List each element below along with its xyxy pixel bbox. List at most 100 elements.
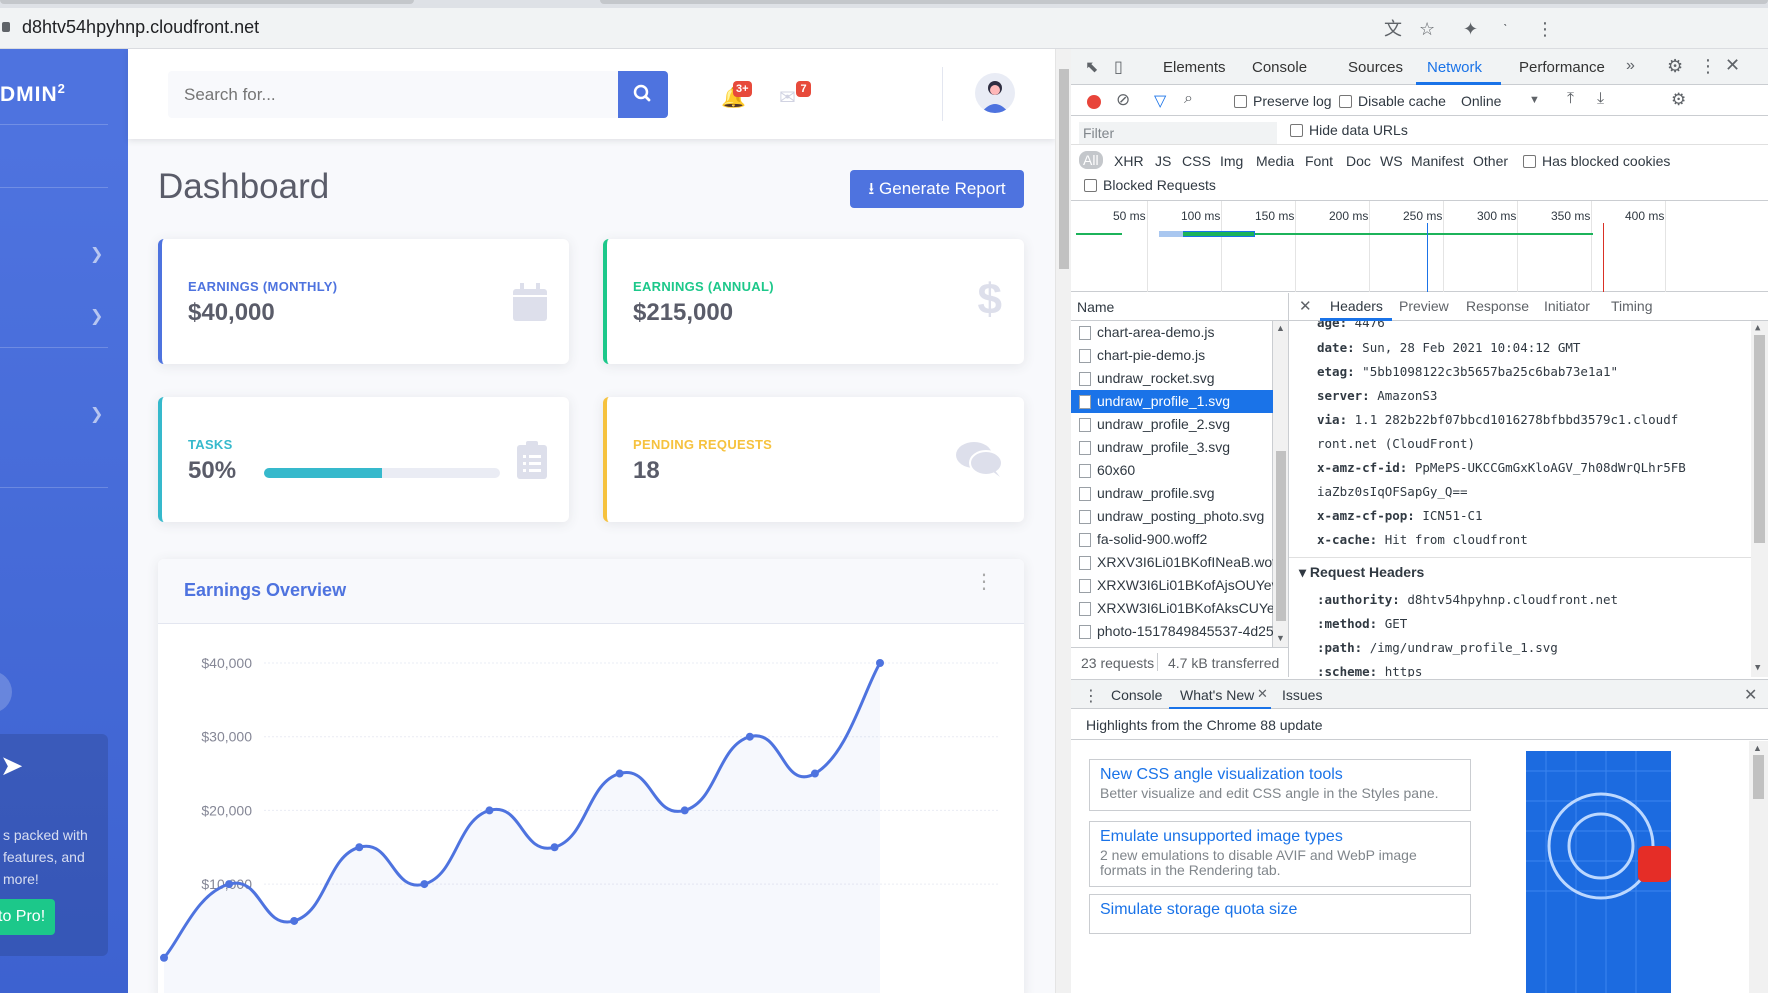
more-tabs-icon[interactable]: »: [1626, 57, 1635, 75]
request-row[interactable]: photo-1517849845537-4d257: [1071, 620, 1273, 643]
type-filter-css[interactable]: CSS: [1182, 153, 1211, 169]
drawer-tab-whats-new[interactable]: What's New: [1180, 687, 1254, 703]
profile-icon[interactable]: ˋ: [1503, 20, 1508, 38]
tab-response[interactable]: Response: [1466, 298, 1529, 314]
sidebar-toggle-button[interactable]: [0, 671, 12, 713]
headers-scrollbar[interactable]: ▲ ▼: [1751, 321, 1768, 677]
request-row[interactable]: chart-pie-demo.js: [1071, 344, 1273, 367]
whats-new-item[interactable]: New CSS angle visualization tools Better…: [1089, 759, 1471, 811]
name-column-header[interactable]: Name: [1071, 293, 1289, 321]
tab-initiator[interactable]: Initiator: [1544, 298, 1590, 314]
request-row[interactable]: undraw_profile_2.svg: [1071, 413, 1273, 436]
chevron-right-icon[interactable]: ❯: [90, 244, 103, 264]
chart-point[interactable]: [680, 806, 689, 815]
search-button[interactable]: [618, 71, 668, 118]
tab-timing[interactable]: Timing: [1611, 298, 1653, 314]
record-icon[interactable]: [1087, 95, 1101, 109]
request-list-scrollbar[interactable]: ▲ ▼: [1273, 321, 1289, 647]
chart-point[interactable]: [876, 659, 884, 667]
type-filter-media[interactable]: Media: [1256, 153, 1294, 169]
chevron-down-icon[interactable]: ▼: [1529, 94, 1540, 106]
chart-point[interactable]: [745, 732, 754, 741]
brand-text[interactable]: DMIN: [0, 83, 58, 106]
scroll-down-icon[interactable]: ▼: [1276, 633, 1285, 643]
browser-tab[interactable]: [0, 0, 414, 4]
search-icon[interactable]: ⌕: [1184, 90, 1193, 108]
whats-new-item-title[interactable]: New CSS angle visualization tools: [1100, 766, 1460, 784]
scroll-up-icon[interactable]: ▲: [1276, 323, 1285, 333]
extensions-icon[interactable]: ✦: [1463, 20, 1478, 38]
export-har-icon[interactable]: ⤓: [1597, 90, 1604, 108]
tab-preview[interactable]: Preview: [1399, 298, 1449, 314]
drawer-menu-icon[interactable]: ⋮: [1083, 686, 1099, 706]
scroll-up-icon[interactable]: ▲: [1753, 743, 1762, 753]
browser-menu-icon[interactable]: ⋮: [1536, 20, 1554, 38]
translate-icon[interactable]: 文: [1384, 20, 1402, 38]
whats-new-scrollbar[interactable]: ▲: [1749, 741, 1768, 993]
type-filter-xhr[interactable]: XHR: [1114, 153, 1144, 169]
scrollbar-thumb[interactable]: [1276, 451, 1286, 621]
scrollbar-thumb[interactable]: [1059, 69, 1069, 269]
whats-new-item[interactable]: Simulate storage quota size: [1089, 894, 1471, 934]
tab-console[interactable]: Console: [1252, 59, 1307, 76]
close-tab-icon[interactable]: ✕: [1257, 686, 1268, 702]
request-headers-section[interactable]: ▾ Request Headers: [1299, 564, 1424, 581]
scroll-up-icon[interactable]: ▲: [1755, 323, 1760, 333]
inspect-element-icon[interactable]: ⬉: [1085, 57, 1098, 77]
type-filter-ws[interactable]: WS: [1380, 153, 1403, 169]
type-filter-manifest[interactable]: Manifest: [1411, 153, 1464, 169]
request-row[interactable]: XRXW3I6Li01BKofAjsOUYevI.w: [1071, 574, 1273, 597]
gear-icon[interactable]: ⚙: [1667, 56, 1683, 77]
throttle-select[interactable]: Online: [1461, 93, 1501, 109]
import-har-icon[interactable]: ⤒: [1567, 90, 1574, 108]
sidebar-brand[interactable]: DMIN2: [0, 81, 66, 107]
clear-icon[interactable]: ⊘: [1116, 90, 1130, 110]
close-icon[interactable]: ✕: [1725, 55, 1740, 76]
type-filter-all[interactable]: All: [1079, 151, 1103, 169]
vertical-dots-icon[interactable]: ⋮: [974, 572, 994, 592]
close-detail-icon[interactable]: ✕: [1299, 297, 1312, 315]
type-filter-img[interactable]: Img: [1220, 153, 1243, 169]
page-scrollbar[interactable]: [1055, 49, 1071, 993]
filter-icon[interactable]: ▽: [1154, 91, 1166, 111]
browser-tab[interactable]: [600, 0, 1768, 4]
bookmark-star-icon[interactable]: ☆: [1419, 20, 1435, 38]
hide-data-urls-checkbox[interactable]: [1290, 124, 1303, 137]
chevron-right-icon[interactable]: ❯: [90, 404, 103, 424]
request-row[interactable]: undraw_profile_3.svg: [1071, 436, 1273, 459]
whats-new-item-title[interactable]: Emulate unsupported image types: [1100, 828, 1460, 846]
request-row[interactable]: 60x60: [1071, 459, 1273, 482]
request-row[interactable]: XRXV3I6Li01BKofINeaB.woff2: [1071, 551, 1273, 574]
tab-elements[interactable]: Elements: [1163, 59, 1226, 76]
tab-headers[interactable]: Headers: [1330, 298, 1383, 314]
request-row-selected[interactable]: undraw_profile_1.svg: [1071, 390, 1273, 413]
whats-new-video-thumbnail[interactable]: [1526, 751, 1671, 993]
scroll-down-icon[interactable]: ▼: [1755, 663, 1760, 673]
envelope-icon[interactable]: ✉: [779, 85, 796, 110]
tab-network[interactable]: Network: [1427, 59, 1482, 76]
upgrade-pro-button[interactable]: to Pro!: [0, 899, 56, 935]
request-row[interactable]: fa-solid-900.woff2: [1071, 528, 1273, 551]
drawer-tab-issues[interactable]: Issues: [1282, 687, 1322, 703]
kebab-menu-icon[interactable]: ⋮: [1699, 56, 1717, 77]
scrollbar-thumb[interactable]: [1754, 335, 1765, 543]
blocked-requests-checkbox[interactable]: [1084, 179, 1097, 192]
chart-point[interactable]: [810, 769, 819, 778]
disable-cache-checkbox[interactable]: [1339, 95, 1352, 108]
type-filter-font[interactable]: Font: [1305, 153, 1333, 169]
chart-point[interactable]: [225, 880, 234, 889]
type-filter-js[interactable]: JS: [1155, 153, 1171, 169]
device-toolbar-icon[interactable]: ▯: [1114, 57, 1123, 77]
chevron-right-icon[interactable]: ❯: [90, 306, 103, 326]
drawer-tab-console[interactable]: Console: [1111, 687, 1162, 703]
chart-point[interactable]: [160, 953, 168, 962]
scrollbar-thumb[interactable]: [1753, 755, 1764, 799]
network-settings-gear-icon[interactable]: ⚙: [1671, 90, 1686, 110]
whats-new-item-title[interactable]: Simulate storage quota size: [1100, 901, 1460, 919]
lock-icon[interactable]: [2, 22, 10, 32]
url-text[interactable]: d8htv54hpyhnp.cloudfront.net: [22, 17, 259, 38]
chart-point[interactable]: [615, 769, 624, 778]
tab-performance[interactable]: Performance: [1519, 59, 1605, 76]
tab-sources[interactable]: Sources: [1348, 59, 1403, 76]
chart-point[interactable]: [550, 843, 559, 852]
